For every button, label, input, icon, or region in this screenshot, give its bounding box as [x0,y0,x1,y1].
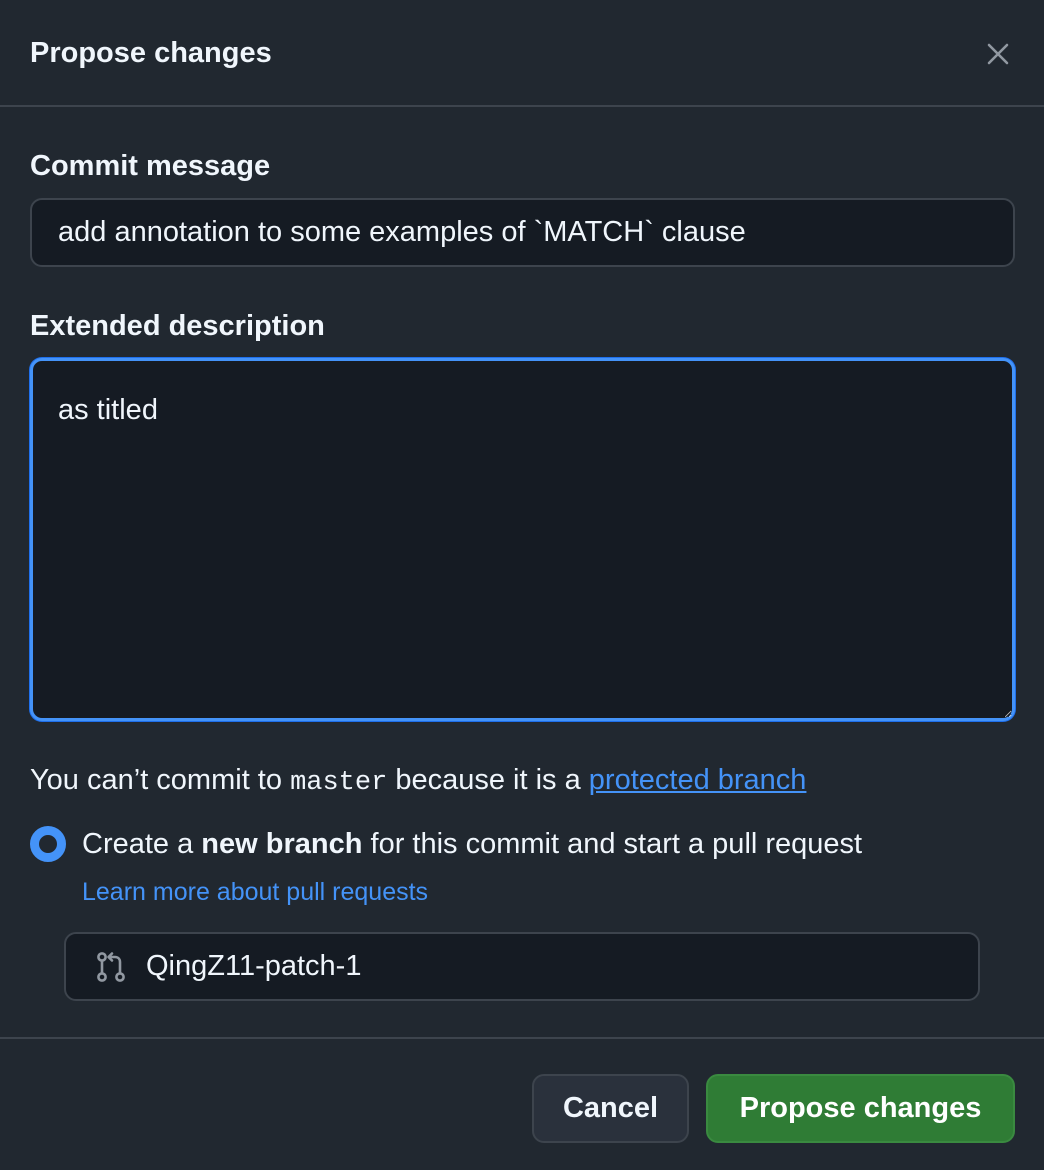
radio-text-before: Create a [82,828,202,860]
extended-description-label: Extended description [30,310,325,342]
propose-changes-dialog: Propose changes Commit message Extended … [0,0,1044,1170]
new-branch-radio[interactable] [30,826,66,862]
branch-name-input[interactable] [146,934,966,999]
commit-message-label: Commit message [30,150,271,182]
cancel-button[interactable]: Cancel [532,1074,689,1143]
dialog-header: Propose changes [0,0,1044,107]
propose-changes-button[interactable]: Propose changes [706,1074,1015,1143]
notice-middle: because it is a [387,764,589,796]
radio-text-after: for this commit and start a pull request [362,828,863,860]
branch-name-field[interactable] [64,932,980,1001]
commit-message-input[interactable] [30,198,1015,267]
notice-prefix: You can’t commit to [30,764,291,796]
extended-description-textarea[interactable]: as titled [30,358,1015,721]
new-branch-radio-label[interactable]: Create a new branch for this commit and … [82,828,862,861]
close-icon [987,43,1009,65]
radio-text-bold: new branch [201,828,363,860]
close-button[interactable] [978,34,1018,74]
protected-branch-name: master [290,768,388,798]
protected-branch-notice: You can’t commit to master because it is… [30,764,806,798]
dialog-title: Propose changes [30,37,272,69]
learn-more-pull-requests-link[interactable]: Learn more about pull requests [82,878,428,907]
footer-divider [0,1037,1044,1039]
protected-branch-link[interactable]: protected branch [589,764,807,796]
git-pull-request-icon [97,952,125,982]
